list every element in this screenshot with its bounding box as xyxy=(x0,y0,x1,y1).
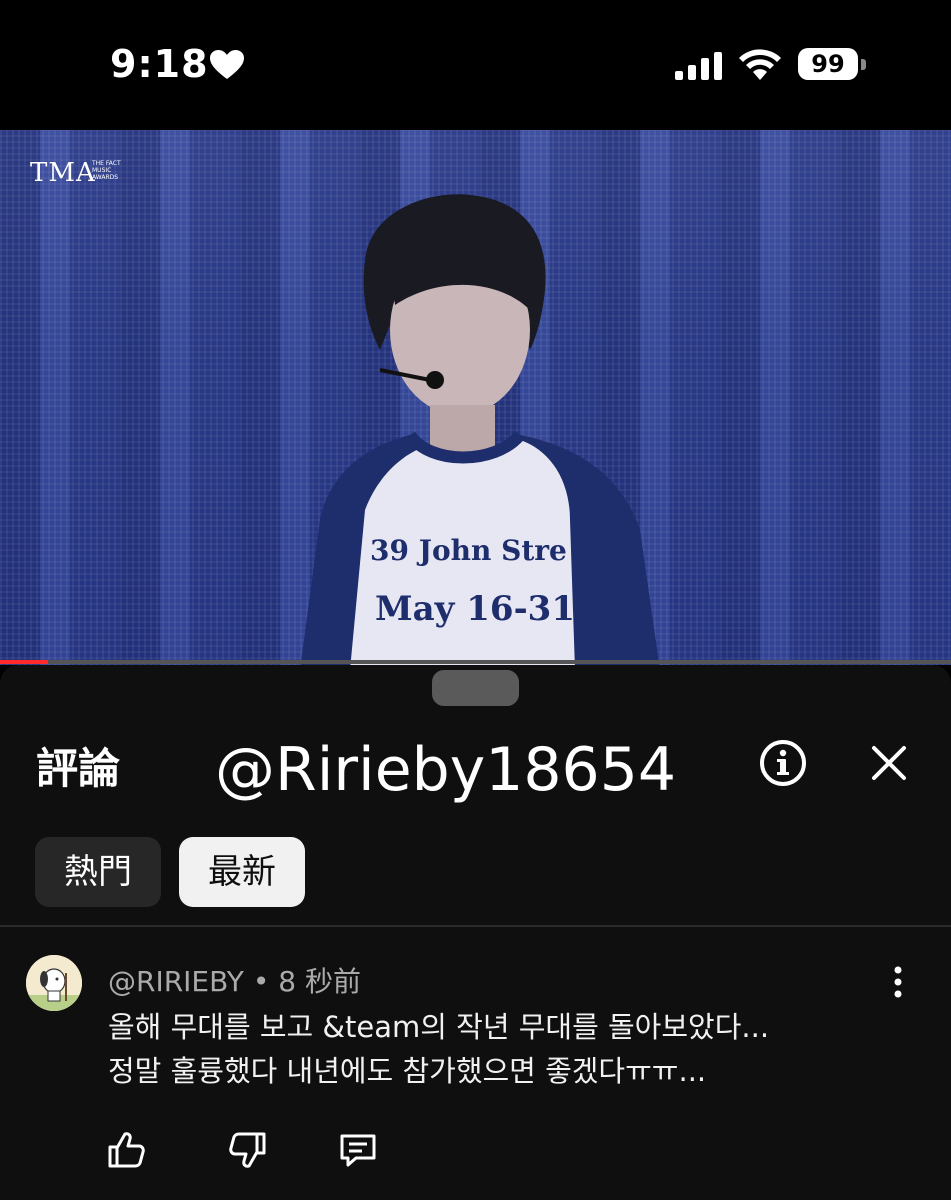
comment-line: 정말 훌륭했다 내년에도 참가했으면 좋겠다ㅠㅠ... xyxy=(108,1054,707,1088)
performer-image: 39 John Stre May 16-31 xyxy=(300,194,660,665)
sheet-drag-handle[interactable] xyxy=(432,670,519,706)
comment-author[interactable]: @RIRIEBY xyxy=(108,965,244,998)
svg-text:39 John Stre: 39 John Stre xyxy=(370,534,567,567)
tma-logo: TMA xyxy=(30,158,96,188)
cellular-signal-icon xyxy=(675,52,722,80)
close-icon[interactable] xyxy=(868,742,910,784)
overlay-handle-text: @Ririeby18654 xyxy=(215,735,677,805)
wifi-icon xyxy=(739,49,781,80)
video-progress-fill xyxy=(0,660,48,664)
info-icon[interactable] xyxy=(758,738,808,788)
meta-separator: • xyxy=(252,965,270,998)
divider xyxy=(0,925,951,927)
filter-chip-newest[interactable]: 最新 xyxy=(179,837,305,907)
comment-body: 올해 무대를 보고 &team의 작년 무대를 돌아보았다... 정말 훌륭했다… xyxy=(108,1005,888,1093)
dislike-icon[interactable] xyxy=(226,1128,270,1172)
more-options-icon[interactable] xyxy=(880,962,916,1002)
comments-title: 評論 xyxy=(36,744,121,793)
avatar[interactable] xyxy=(26,955,82,1011)
heart-icon xyxy=(210,50,244,79)
video-progress-bar[interactable] xyxy=(0,660,951,664)
reply-icon[interactable] xyxy=(336,1128,380,1172)
battery-icon: 99 xyxy=(798,48,868,82)
filter-chip-top[interactable]: 熱門 xyxy=(35,837,161,907)
comment-line: 올해 무대를 보고 &team의 작년 무대를 돌아보았다... xyxy=(108,1010,770,1044)
svg-text:May 16-31: May 16-31 xyxy=(375,589,575,629)
battery-level: 99 xyxy=(798,48,858,80)
tma-logo-subtitle: THE FACT MUSIC AWARDS xyxy=(92,160,121,181)
status-bar: 9:18 99 xyxy=(0,0,951,130)
comment-time: 8 秒前 xyxy=(278,965,361,998)
comment-meta: @RIRIEBY • 8 秒前 xyxy=(108,960,361,1000)
status-time: 9:18 xyxy=(110,42,209,86)
like-icon[interactable] xyxy=(104,1128,148,1172)
video-player[interactable]: TMA THE FACT MUSIC AWARDS 39 John Stre M… xyxy=(0,130,951,665)
